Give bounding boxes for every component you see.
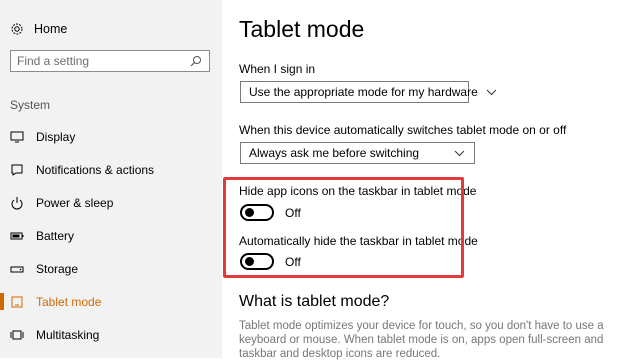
- sidebar-item-label: Notifications & actions: [36, 162, 155, 177]
- sidebar-item-tablet-mode[interactable]: Tablet mode: [0, 285, 222, 318]
- display-icon: [10, 130, 24, 144]
- sidebar-item-label: Tablet mode: [36, 294, 102, 309]
- search-placeholder: Find a setting: [17, 54, 90, 68]
- sidebar-item-label: Storage: [36, 261, 79, 276]
- notifications-icon: [10, 163, 24, 177]
- sidebar-item-battery[interactable]: Battery: [0, 219, 222, 252]
- signin-dropdown[interactable]: Use the appropriate mode for my hardware: [240, 81, 497, 103]
- tablet-mode-icon: [10, 295, 24, 309]
- gear-icon: [10, 22, 24, 36]
- signin-label: When I sign in: [239, 62, 316, 76]
- sidebar-item-label: Display: [36, 129, 76, 144]
- sidebar-nav: Display Notifications & actions Power & …: [0, 120, 222, 351]
- battery-icon: [10, 229, 24, 243]
- power-icon: [10, 196, 24, 210]
- switch-dropdown-value: Always ask me before switching: [249, 146, 420, 160]
- sidebar-item-multitasking[interactable]: Multitasking: [0, 318, 222, 351]
- sidebar-item-label: Multitasking: [36, 327, 100, 342]
- what-is-tablet-mode-text: Tablet mode optimizes your device for to…: [239, 320, 604, 360]
- switch-dropdown[interactable]: Always ask me before switching: [240, 142, 475, 164]
- storage-icon: [10, 262, 24, 276]
- switch-label: When this device automatically switches …: [239, 123, 567, 137]
- multitasking-icon: [10, 328, 24, 342]
- sidebar: Home Find a setting System Display Notif…: [0, 0, 222, 358]
- sidebar-item-label: Battery: [36, 228, 75, 243]
- chevron-down-icon: [486, 85, 497, 99]
- search-icon[interactable]: [189, 54, 203, 68]
- search-input[interactable]: Find a setting: [10, 50, 210, 72]
- what-is-tablet-mode-heading: What is tablet mode?: [239, 293, 390, 310]
- chevron-down-icon: [452, 146, 466, 160]
- sidebar-item-storage[interactable]: Storage: [0, 252, 222, 285]
- section-title: System: [10, 98, 51, 112]
- sidebar-item-display[interactable]: Display: [0, 120, 222, 153]
- sidebar-item-notifications[interactable]: Notifications & actions: [0, 153, 222, 186]
- home-label: Home: [34, 22, 68, 36]
- sidebar-item-power[interactable]: Power & sleep: [0, 186, 222, 219]
- home-link[interactable]: Home: [10, 19, 67, 39]
- signin-dropdown-value: Use the appropriate mode for my hardware: [249, 85, 478, 99]
- page-title: Tablet mode: [239, 16, 365, 42]
- highlight-box: [223, 177, 464, 278]
- sidebar-item-label: Power & sleep: [36, 195, 114, 210]
